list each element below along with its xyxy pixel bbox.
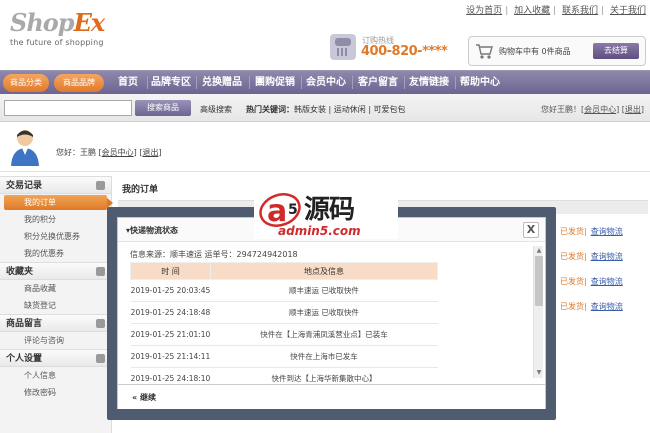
tracking-time: 2019-01-25 21:01:10 [130,323,211,346]
nav-links[interactable]: 友情链接 [405,71,453,94]
sidebar-section-settings: 个人设置 [0,349,111,367]
hotline-number: 400-820-**** [361,44,448,59]
tracking-time: 2019-01-25 24:18:48 [130,301,211,324]
hotline: 订购热线 400-820-**** [330,32,460,62]
close-button[interactable]: X [523,222,539,238]
order-row-status: 已发货| 查询物流 [560,227,623,236]
svg-text:5: 5 [288,202,298,218]
tracking-table: 时 间 地点及信息 2019-01-25 20:03:45 顺丰速运 已收取快件… [130,262,438,390]
member-center-link[interactable]: 会员中心 [584,105,616,114]
contact-us-link[interactable]: 联系我们 [562,6,598,16]
shopping-cart-icon [476,44,493,59]
user-logout-link[interactable]: 退出 [142,148,158,157]
phone-icon [330,34,356,60]
tracking-row: 2019-01-25 24:18:48 顺丰速运 已收取快件 [130,301,438,324]
welcome-text: 您好王鹏！[会员中心] [退出] [540,105,644,114]
watermark-url: admin5.com [278,224,361,238]
user-avatar-icon [11,130,39,166]
tracking-time: 2019-01-25 20:03:45 [130,279,211,302]
scroll-down-arrow-icon[interactable]: ▼ [534,368,544,378]
track-logistics-link[interactable]: 查询物流 [591,227,623,236]
scroll-up-arrow-icon[interactable]: ▲ [534,246,544,256]
search-bar: 搜索商品 高级搜索 热门关键词： 韩版女装 | 运动休闲 | 可爱包包 您好王鹏… [0,94,650,122]
add-favorite-link[interactable]: 加入收藏 [514,6,550,16]
logo-tagline: the future of shopping [10,38,104,47]
tracking-row: 2019-01-25 21:01:10 快件在【上海青浦凤溪营业点】已装车 [130,323,438,346]
col-time: 时 间 [130,262,211,280]
member-sidebar: 交易记录 我的订单 我的积分 积分兑换优惠券 我的优惠券 收藏夹 商品收藏 缺货… [0,176,113,433]
tracking-time: 2019-01-25 21:14:11 [130,345,211,368]
cart-box: 购物车中有 0件商品 去结算 [468,36,646,66]
tracking-info-cell: 快件在上海市已发车 [210,345,438,368]
dialog-title: ▾快递物流状态 [126,226,179,235]
category-pill[interactable]: 商品分类 [3,74,49,92]
tracking-row: 2019-01-25 21:14:11 快件在上海市已发车 [130,345,438,368]
search-input[interactable] [4,100,132,116]
sidebar-item-stockout[interactable]: 缺货登记 [0,297,111,314]
hot-keywords[interactable]: 韩版女装 | 运动休闲 | 可爱包包 [294,104,406,115]
sidebar-item-my-orders[interactable]: 我的订单 [4,195,113,210]
about-us-link[interactable]: 关于我们 [610,6,646,16]
order-row-status: 已发货| 查询物流 [560,277,623,286]
nav-home[interactable]: 首页 [110,71,146,94]
admin5-watermark: a 5 源码 admin5.com [254,187,398,239]
sidebar-item-reviews[interactable]: 评论与咨询 [0,332,111,349]
search-button[interactable]: 搜索商品 [135,100,191,116]
sidebar-section-comments: 商品留言 [0,314,111,332]
hot-keywords-label: 热门关键词： [246,105,294,114]
section-icon [96,267,105,276]
sidebar-item-my-coupons[interactable]: 我的优惠券 [0,245,111,262]
brand-pill[interactable]: 商品品牌 [54,74,104,92]
section-icon [96,319,105,328]
order-row-status: 已发货| 查询物流 [560,252,623,261]
tracking-info-cell: 顺丰速运 已收取快件 [210,279,438,302]
advanced-search-link[interactable]: 高级搜索 [200,104,232,115]
scrollbar[interactable]: ▲ ▼ [533,246,543,378]
set-homepage-link[interactable]: 设为首页 [466,6,502,16]
tracking-info-cell: 快件在【上海青浦凤溪营业点】已装车 [210,323,438,346]
sidebar-item-points-coupon[interactable]: 积分兑换优惠券 [0,228,111,245]
checkout-button[interactable]: 去结算 [593,43,639,59]
nav-messages[interactable]: 客户留言 [353,71,403,94]
nav-help[interactable]: 帮助中心 [456,71,504,94]
track-logistics-link[interactable]: 查询物流 [591,252,623,261]
nav-gift-exchange[interactable]: 兑换赠品 [197,71,247,94]
section-icon [96,181,105,190]
sidebar-item-my-points[interactable]: 我的积分 [0,211,111,228]
continue-button[interactable]: « 继续 [132,392,156,403]
nav-group-buy[interactable]: 團购促销 [250,71,300,94]
sidebar-item-product-favorites[interactable]: 商品收藏 [0,280,111,297]
track-logistics-link[interactable]: 查询物流 [591,277,623,286]
tracking-info-cell: 顺丰速运 已收取快件 [210,301,438,324]
sidebar-section-trades: 交易记录 [0,176,111,194]
greeting-text: 您好：王鹏 [56,148,96,157]
logo-brand: ShopEx [10,8,105,37]
logout-link[interactable]: 退出 [625,105,641,114]
user-greeting: 您好：王鹏 [会员中心] [退出] [56,148,162,157]
welcome-prefix: 您好王鹏！ [540,105,581,114]
tracking-info: 信息来源：顺丰速运 运单号：294724942018 [130,250,298,259]
user-member-center-link[interactable]: 会员中心 [102,148,134,157]
cart-summary: 购物车中有 0件商品 [499,47,571,56]
user-strip: 您好：王鹏 [会员中心] [退出] [0,122,650,172]
sidebar-section-favorites: 收藏夹 [0,262,111,280]
nav-brand-zone[interactable]: 品牌专区 [148,71,194,94]
dialog-footer: « 继续 [118,384,545,409]
main-nav: 商品分类 商品品牌 首页 品牌专区 兑换赠品 團购促销 会员中心 客户留言 友情… [0,70,650,94]
section-icon [96,354,105,363]
site-header: ShopEx the future of shopping 设为首页 | 加入收藏… [0,0,650,70]
scroll-thumb[interactable] [535,256,543,306]
shopex-logo[interactable]: ShopEx the future of shopping [10,8,120,48]
tracking-row: 2019-01-25 20:03:45 顺丰速运 已收取快件 [130,279,438,302]
order-row-status: 已发货| 查询物流 [560,302,623,311]
col-place: 地点及信息 [210,262,438,280]
sidebar-item-profile[interactable]: 个人信息 [0,367,111,384]
sidebar-item-change-password[interactable]: 修改密码 [0,384,111,401]
page-title: 我的订单 [122,185,159,195]
logistics-dialog: ▾快递物流状态 X 信息来源：顺丰速运 运单号：294724942018 时 间… [117,217,546,409]
top-links: 设为首页 | 加入收藏 | 联系我们 | 关于我们 [466,6,646,16]
watermark-title: 源码 [304,195,355,225]
nav-member-center[interactable]: 会员中心 [302,71,350,94]
track-logistics-link[interactable]: 查询物流 [591,302,623,311]
